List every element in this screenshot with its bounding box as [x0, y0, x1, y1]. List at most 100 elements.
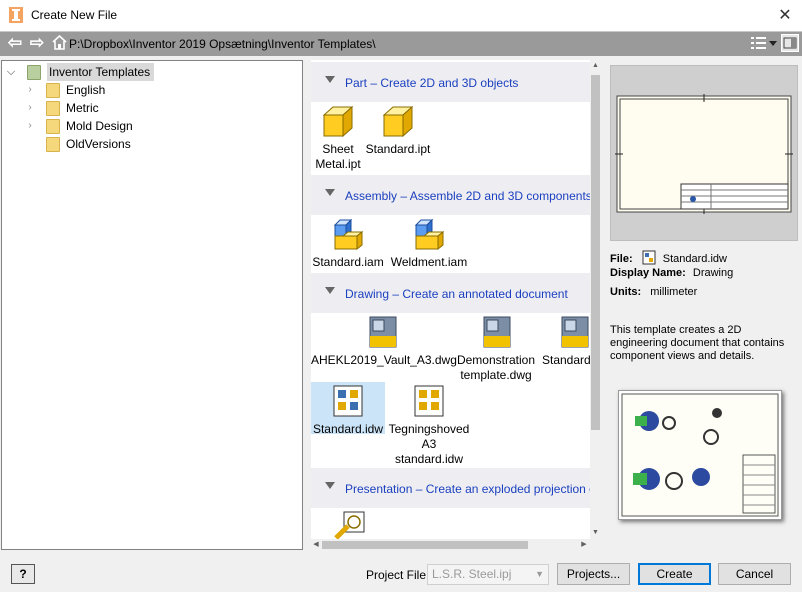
category-title: Drawing – Create an annotated document — [345, 287, 568, 301]
tree-item-label: Metric — [66, 101, 99, 115]
projects-button[interactable]: Projects... — [557, 563, 630, 585]
tree-item-mold-design[interactable]: › Mold Design — [24, 117, 144, 135]
template-tile-weldment-iam[interactable]: Weldment.iam — [389, 217, 469, 270]
cancel-button[interactable]: Cancel — [718, 563, 791, 585]
chevron-right-icon[interactable]: › — [24, 99, 36, 117]
scroll-left-icon[interactable]: ◀ — [311, 540, 321, 550]
project-file-value: L.S.R. Steel.ipj — [432, 567, 512, 581]
tree-item-label: OldVersions — [66, 137, 131, 151]
tree-item-label: Mold Design — [66, 119, 133, 133]
vertical-scroll-thumb[interactable] — [591, 75, 600, 430]
file-value: Standard.idw — [662, 253, 727, 265]
tile-label: Standard.iam — [312, 255, 384, 269]
project-file-select[interactable]: L.S.R. Steel.ipj ▼ — [427, 564, 549, 585]
template-tile-demonstration-dwg[interactable]: Demonstration template.dwg — [454, 315, 538, 383]
tree-item-metric[interactable]: › Metric — [24, 99, 144, 117]
template-tile-sheet-metal[interactable]: Sheet Metal.ipt — [315, 104, 361, 172]
folder-icon — [46, 83, 60, 98]
back-arrow-icon[interactable]: ⇦ — [6, 34, 24, 52]
tree-item-oldversions[interactable]: OldVersions — [24, 135, 144, 153]
template-tile-standard-dwg[interactable]: Standard — [539, 315, 590, 368]
template-preview — [610, 65, 798, 241]
chevron-down-icon: ▼ — [535, 569, 544, 579]
template-tile-standard-ipt[interactable]: Standard.ipt — [365, 104, 431, 157]
category-header-presentation[interactable]: Presentation – Create an exploded projec… — [311, 468, 590, 508]
template-list[interactable]: Part – Create 2D and 3D objects Sheet Me… — [311, 60, 590, 550]
tile-label: Sheet Metal.ipt — [315, 142, 361, 171]
view-options-icon[interactable] — [750, 35, 778, 51]
category-title: Part – Create 2D and 3D objects — [345, 76, 519, 90]
drawing-sheet-preview — [615, 94, 793, 214]
tree-item-label: Inventor Templates — [47, 63, 155, 81]
display-name-label: Display Name: — [610, 267, 686, 279]
window-title: Create New File — [31, 8, 118, 22]
folder-icon — [27, 65, 41, 80]
tile-label: Demonstration template.dwg — [456, 353, 536, 382]
assembly-icon — [333, 218, 364, 251]
idw-file-icon — [642, 250, 656, 265]
collapse-triangle-icon[interactable] — [325, 76, 335, 83]
template-tile-standard-iam[interactable]: Standard.iam — [311, 217, 385, 270]
title-bar — [0, 0, 802, 31]
inventor-app-icon — [9, 7, 23, 23]
idw-file-icon — [333, 385, 363, 417]
template-description: This template creates a 2D engineering d… — [610, 324, 785, 362]
part-cube-icon — [322, 105, 354, 138]
assembly-icon — [414, 218, 445, 251]
template-tile-tegningshoved-idw[interactable]: Tegningshoved A3 standard.idw — [387, 384, 471, 467]
tile-label: Standard.ipt — [365, 142, 431, 156]
category-title: Assembly – Assemble 2D and 3D components — [345, 189, 590, 203]
category-header-assembly[interactable]: Assembly – Assemble 2D and 3D components — [311, 175, 590, 215]
dwg-file-icon — [483, 316, 511, 348]
expand-panel-button[interactable] — [781, 34, 799, 52]
tile-label: Standard.idw — [312, 422, 384, 436]
create-button[interactable]: Create — [638, 563, 711, 585]
part-cube-icon — [382, 105, 414, 138]
idw-file-icon — [414, 385, 444, 417]
folder-icon — [46, 137, 60, 152]
tree-item-root[interactable]: ⌵ Inventor Templates — [5, 63, 155, 81]
tile-label: Tegningshoved A3 standard.idw — [388, 422, 470, 466]
template-tile-ahekl2019-dwg[interactable]: AHEKL2019_Vault_A3.dwg — [311, 315, 457, 368]
units-label: Units: — [610, 286, 642, 298]
category-header-drawing[interactable]: Drawing – Create an annotated document — [311, 273, 590, 313]
close-button[interactable]: ✕ — [768, 2, 802, 29]
scroll-up-icon[interactable]: ▲ — [590, 61, 601, 71]
folder-tree[interactable]: ⌵ Inventor Templates › English › Metric … — [1, 60, 303, 550]
collapse-triangle-icon[interactable] — [325, 287, 335, 294]
display-name-value: Drawing — [692, 267, 734, 279]
thumbnail-preview — [618, 390, 782, 520]
file-label: File: — [610, 253, 633, 265]
project-file-label: Project File: — [366, 568, 430, 582]
units-value: millimeter — [650, 286, 698, 298]
horizontal-scroll-thumb[interactable] — [322, 541, 528, 549]
assembly-drawing-thumbnail — [621, 393, 779, 517]
tree-item-english[interactable]: › English — [24, 81, 144, 99]
units-info: Units: millimeter — [610, 286, 697, 298]
category-title: Presentation – Create an exploded projec… — [345, 482, 590, 496]
collapse-triangle-icon[interactable] — [325, 482, 335, 489]
chevron-right-icon[interactable]: › — [24, 81, 36, 99]
scroll-down-icon[interactable]: ▼ — [590, 528, 601, 538]
panel-icon — [783, 37, 797, 49]
folder-icon — [46, 119, 60, 134]
chevron-right-icon[interactable]: › — [24, 117, 36, 135]
folder-icon — [46, 101, 60, 116]
forward-arrow-icon[interactable]: ⇨ — [28, 34, 46, 52]
tree-item-label: English — [66, 83, 106, 97]
tile-label: Weldment.iam — [390, 255, 468, 269]
scroll-right-icon[interactable]: ▶ — [579, 540, 589, 550]
address-path[interactable]: P:\Dropbox\Inventor 2019 Opsætning\Inven… — [69, 37, 376, 51]
file-info: File: Standard.idw — [610, 250, 727, 265]
template-tile-standard-idw[interactable]: Standard.idw — [311, 382, 385, 436]
home-icon[interactable] — [52, 35, 67, 50]
category-header-part[interactable]: Part – Create 2D and 3D objects — [311, 62, 590, 102]
collapse-triangle-icon[interactable] — [325, 189, 335, 196]
display-name-info: Display Name: Drawing — [610, 267, 733, 279]
help-button[interactable]: ? — [11, 564, 35, 584]
dwg-file-icon — [369, 316, 397, 348]
chevron-down-icon[interactable]: ⌵ — [5, 63, 17, 81]
dwg-file-icon — [561, 316, 589, 348]
tile-label: Standard — [542, 353, 590, 367]
tile-label: AHEKL2019_Vault_A3.dwg — [311, 353, 457, 367]
